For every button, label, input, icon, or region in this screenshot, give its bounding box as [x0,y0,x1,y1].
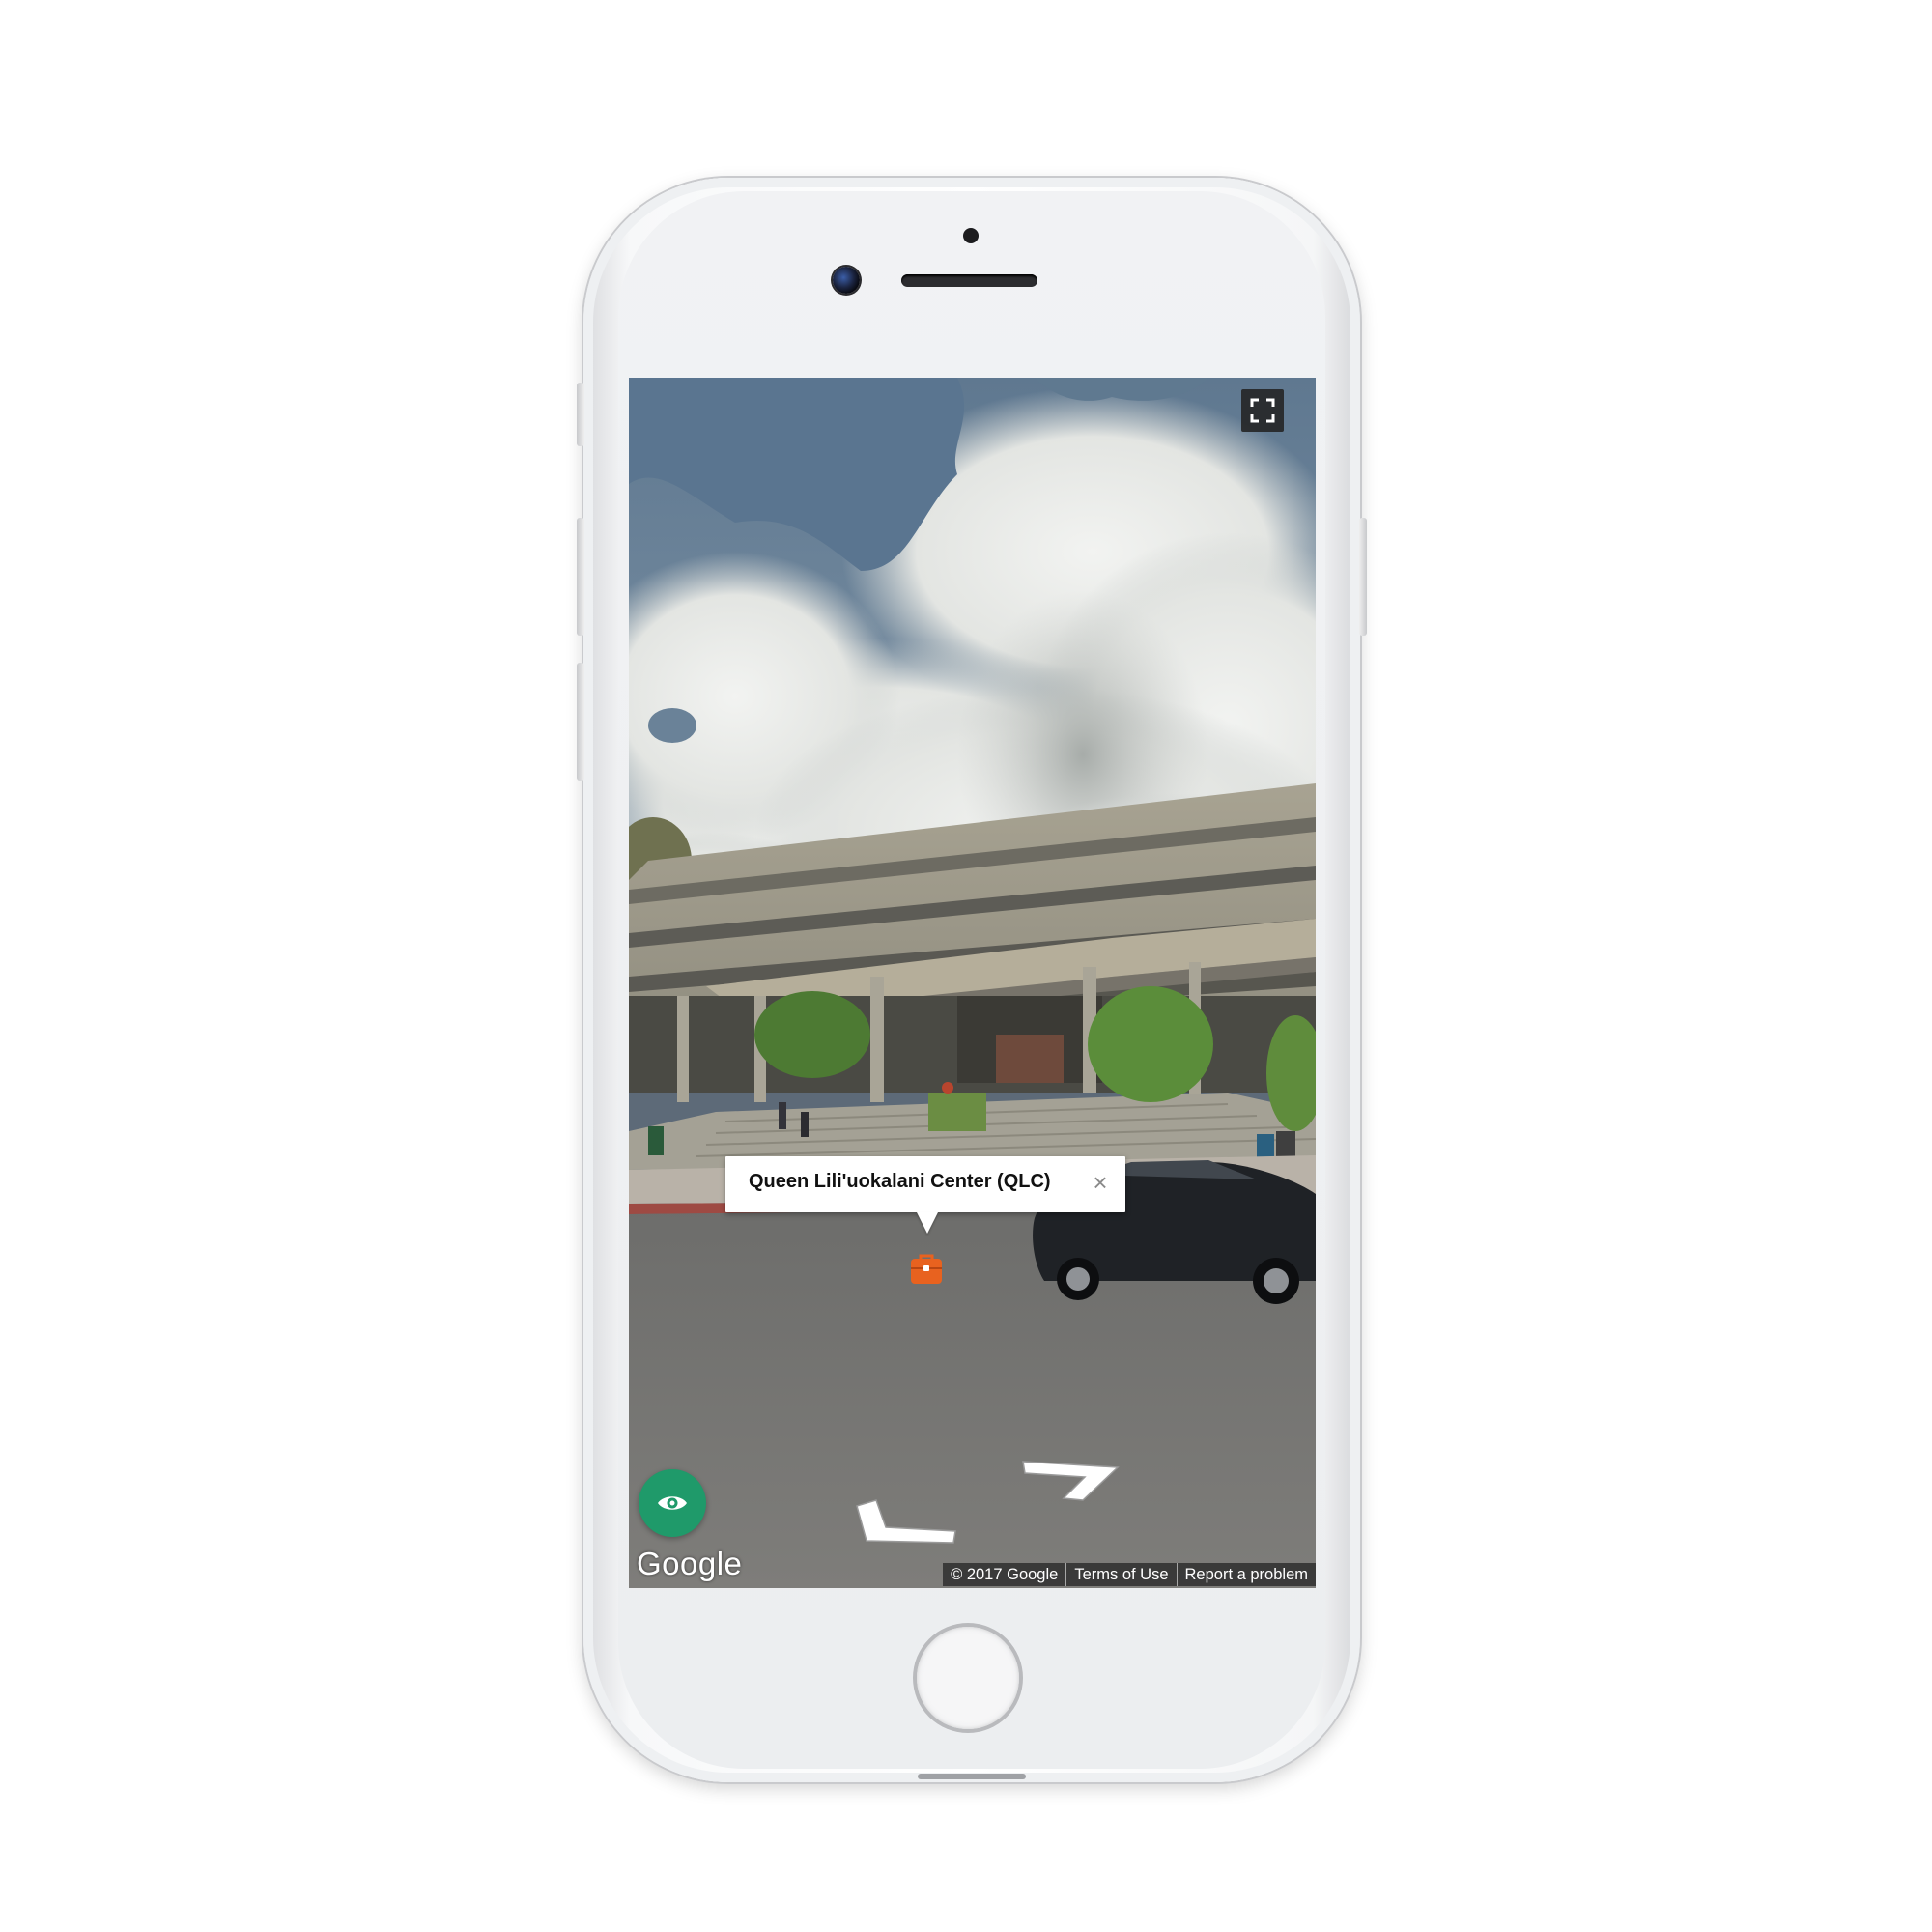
close-icon[interactable]: × [1089,1168,1112,1197]
arrow-right-icon[interactable] [1021,1460,1123,1504]
power-button [1359,518,1367,636]
arrow-left-icon[interactable] [853,1498,959,1545]
phone-bottom-edge [918,1774,1026,1779]
copyright-text: © 2017 Google [951,1566,1059,1583]
proximity-sensor [963,228,979,243]
street-view-image[interactable] [629,378,1316,1588]
terms-of-use-link[interactable]: Terms of Use [1065,1563,1176,1586]
front-camera [833,267,860,294]
volume-down-button [577,663,584,781]
street-view-toggle-button[interactable] [639,1469,706,1537]
fullscreen-icon [1250,398,1275,423]
info-card-pointer [917,1212,938,1234]
volume-up-button [577,518,584,636]
eye-icon [658,1496,687,1510]
place-name: Queen Lili'uokalani Center (QLC) [749,1171,1051,1192]
silent-switch [577,383,584,446]
fullscreen-button[interactable] [1241,389,1284,432]
briefcase-icon[interactable] [909,1253,944,1286]
home-button[interactable] [917,1627,1019,1729]
google-logo: Google [637,1546,743,1581]
attribution-bar: © 2017 Google Terms of Use Report a prob… [943,1563,1316,1586]
place-info-card[interactable]: Queen Lili'uokalani Center (QLC) × [725,1156,1125,1212]
street-view-panorama[interactable]: Queen Lili'uokalani Center (QLC) × Googl… [629,378,1316,1588]
report-problem-link[interactable]: Report a problem [1176,1563,1316,1586]
earpiece-speaker [901,274,1037,287]
